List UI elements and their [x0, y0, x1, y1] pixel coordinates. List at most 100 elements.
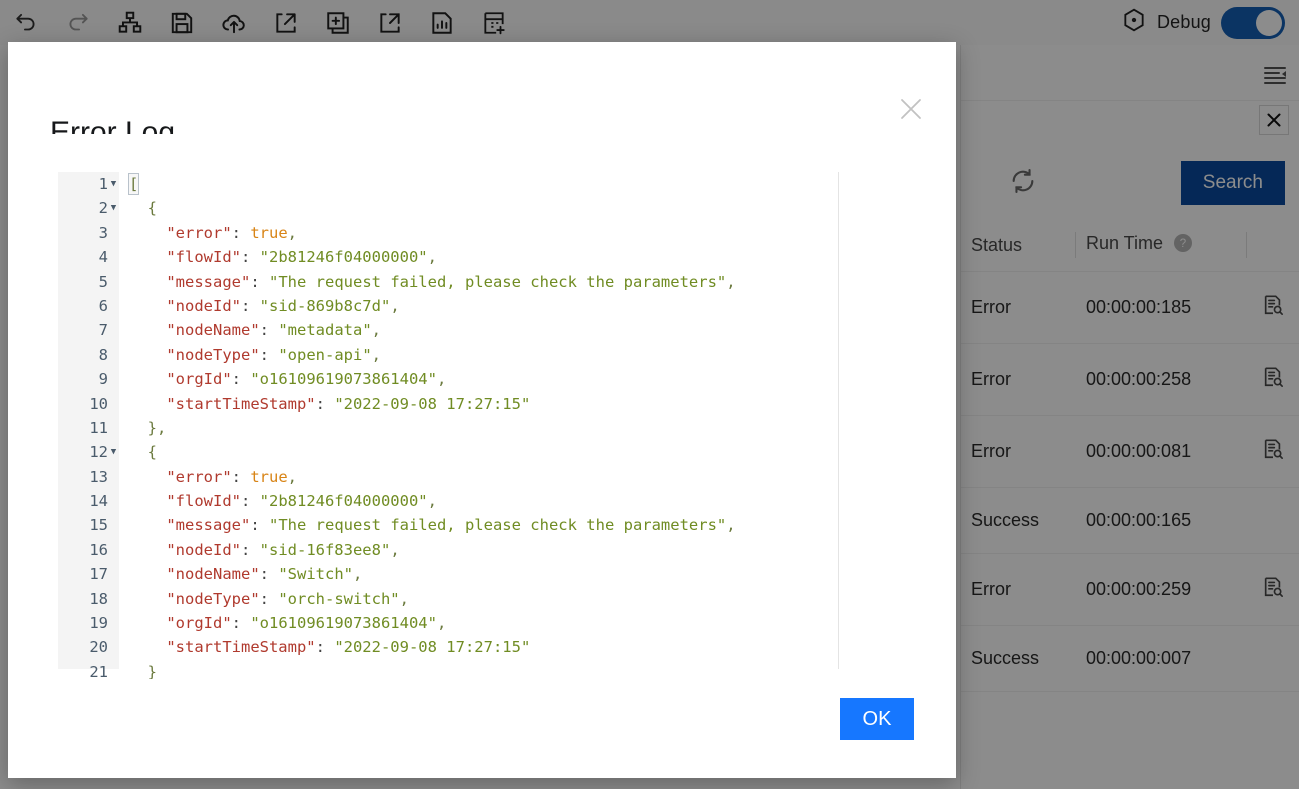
code-token: [129, 565, 166, 583]
code-token: :: [250, 273, 269, 291]
code-token: :: [250, 516, 269, 534]
code-token: "orgId": [166, 614, 231, 632]
code-token: ,: [437, 370, 446, 388]
code-line[interactable]: 11 },: [58, 416, 914, 440]
code-token: [129, 297, 166, 315]
code-token: ,: [353, 565, 362, 583]
code-token: true: [250, 468, 287, 486]
code-token: "nodeName": [166, 565, 259, 583]
code-token: [129, 395, 166, 413]
code-line[interactable]: 7 "nodeName": "metadata",: [58, 318, 914, 342]
code-token: "orch-switch": [278, 590, 399, 608]
code-token: "sid-869b8c7d": [260, 297, 391, 315]
line-content: "error": true,: [119, 221, 914, 245]
line-content: {: [119, 440, 914, 464]
line-number: 20: [58, 635, 119, 659]
code-token: :: [241, 248, 260, 266]
code-token: ,: [726, 273, 735, 291]
line-number: 19: [58, 611, 119, 635]
line-number: 8: [58, 343, 119, 367]
code-token: "error": [166, 468, 231, 486]
fold-toggle-icon[interactable]: ▼: [108, 440, 119, 464]
code-token: [129, 492, 166, 510]
code-token: [129, 273, 166, 291]
code-line[interactable]: 18 "nodeType": "orch-switch",: [58, 587, 914, 611]
line-content: "nodeId": "sid-869b8c7d",: [119, 294, 914, 318]
code-token: "The request failed, please check the pa…: [269, 273, 726, 291]
code-line[interactable]: 2▼ {: [58, 196, 914, 220]
code-token: [129, 638, 166, 656]
code-token: [129, 590, 166, 608]
code-token: {: [129, 443, 157, 461]
code-token: :: [316, 638, 335, 656]
line-number: 18: [58, 587, 119, 611]
code-line[interactable]: 3 "error": true,: [58, 221, 914, 245]
code-token: true: [250, 224, 287, 242]
code-line[interactable]: 15 "message": "The request failed, pleas…: [58, 513, 914, 537]
line-content: "orgId": "o16109619073861404",: [119, 611, 914, 635]
code-token: ,: [390, 541, 399, 559]
code-line[interactable]: 10 "startTimeStamp": "2022-09-08 17:27:1…: [58, 392, 914, 416]
code-token: "The request failed, please check the pa…: [269, 516, 726, 534]
code-line[interactable]: 21 }: [58, 660, 914, 679]
code-token: "o16109619073861404": [250, 370, 437, 388]
code-token: "message": [166, 273, 250, 291]
line-content: "message": "The request failed, please c…: [119, 513, 914, 537]
code-token: {: [129, 199, 157, 217]
code-token: },: [129, 419, 166, 437]
line-number: 11: [58, 416, 119, 440]
editor-code-area[interactable]: 1▼[2▼ {3 "error": true,4 "flowId": "2b81…: [58, 172, 914, 679]
code-line[interactable]: 6 "nodeId": "sid-869b8c7d",: [58, 294, 914, 318]
code-token: ,: [372, 346, 381, 364]
line-content: "flowId": "2b81246f04000000",: [119, 245, 914, 269]
line-content: {: [119, 196, 914, 220]
code-line[interactable]: 16 "nodeId": "sid-16f83ee8",: [58, 538, 914, 562]
code-line[interactable]: 1▼[: [58, 172, 914, 196]
code-token: [129, 614, 166, 632]
line-content: "flowId": "2b81246f04000000",: [119, 489, 914, 513]
code-token: "startTimeStamp": [166, 638, 315, 656]
code-token: ,: [428, 248, 437, 266]
code-token: :: [232, 468, 251, 486]
code-token: ,: [726, 516, 735, 534]
line-content: "orgId": "o16109619073861404",: [119, 367, 914, 391]
code-line[interactable]: 5 "message": "The request failed, please…: [58, 270, 914, 294]
json-code-editor[interactable]: 1▼[2▼ {3 "error": true,4 "flowId": "2b81…: [50, 134, 914, 679]
line-content: "nodeName": "metadata",: [119, 318, 914, 342]
code-token: :: [232, 224, 251, 242]
line-content: "nodeId": "sid-16f83ee8",: [119, 538, 914, 562]
line-number: 13: [58, 465, 119, 489]
code-token: ,: [372, 321, 381, 339]
ok-button[interactable]: OK: [840, 698, 914, 740]
code-token: "orgId": [166, 370, 231, 388]
code-token: ,: [288, 224, 297, 242]
code-token: ,: [390, 297, 399, 315]
line-number: 9: [58, 367, 119, 391]
code-token: ,: [437, 614, 446, 632]
line-content: "nodeName": "Switch",: [119, 562, 914, 586]
code-line[interactable]: 9 "orgId": "o16109619073861404",: [58, 367, 914, 391]
code-token: "nodeName": [166, 321, 259, 339]
code-token: :: [316, 395, 335, 413]
fold-toggle-icon[interactable]: ▼: [108, 196, 119, 220]
close-icon[interactable]: [894, 92, 928, 126]
code-token: "message": [166, 516, 250, 534]
code-line[interactable]: 17 "nodeName": "Switch",: [58, 562, 914, 586]
fold-toggle-icon[interactable]: ▼: [108, 172, 119, 196]
code-line[interactable]: 12▼ {: [58, 440, 914, 464]
code-token: :: [232, 370, 251, 388]
line-content: "startTimeStamp": "2022-09-08 17:27:15": [119, 392, 914, 416]
code-line[interactable]: 14 "flowId": "2b81246f04000000",: [58, 489, 914, 513]
code-token: "open-api": [278, 346, 371, 364]
code-line[interactable]: 13 "error": true,: [58, 465, 914, 489]
code-token: [129, 541, 166, 559]
code-line[interactable]: 8 "nodeType": "open-api",: [58, 343, 914, 367]
code-line[interactable]: 4 "flowId": "2b81246f04000000",: [58, 245, 914, 269]
code-token: "error": [166, 224, 231, 242]
code-token: "2022-09-08 17:27:15": [334, 638, 530, 656]
code-line[interactable]: 19 "orgId": "o16109619073861404",: [58, 611, 914, 635]
code-token: "nodeType": [166, 346, 259, 364]
code-token: "flowId": [166, 248, 241, 266]
line-number: 3: [58, 221, 119, 245]
code-line[interactable]: 20 "startTimeStamp": "2022-09-08 17:27:1…: [58, 635, 914, 659]
